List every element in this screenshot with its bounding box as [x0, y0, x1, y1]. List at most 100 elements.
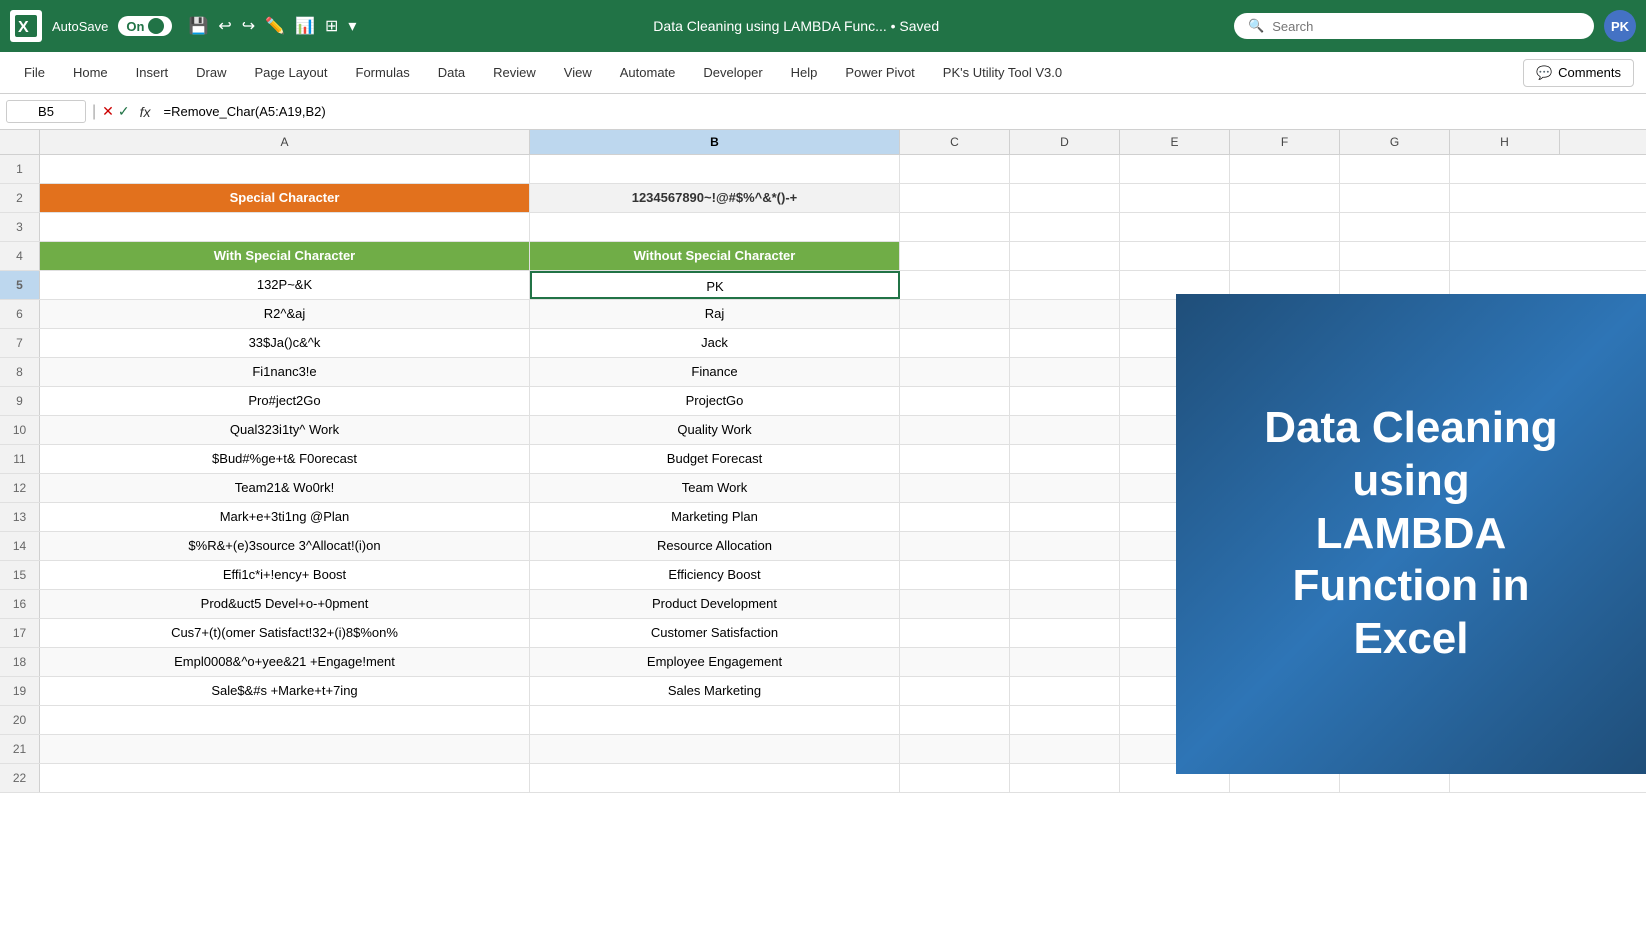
cell-c20[interactable]	[900, 706, 1010, 734]
cell-c3[interactable]	[900, 213, 1010, 241]
cell-d1[interactable]	[1010, 155, 1120, 183]
format-icon[interactable]: 📊	[293, 14, 317, 38]
cell-a21[interactable]	[40, 735, 530, 763]
cell-b13[interactable]: Marketing Plan	[530, 503, 900, 531]
cancel-formula-icon[interactable]: ✕	[102, 103, 114, 120]
cell-d17[interactable]	[1010, 619, 1120, 647]
cell-c12[interactable]	[900, 474, 1010, 502]
cell-b9[interactable]: ProjectGo	[530, 387, 900, 415]
cell-c21[interactable]	[900, 735, 1010, 763]
cell-b7[interactable]: Jack	[530, 329, 900, 357]
search-box[interactable]: 🔍	[1234, 13, 1594, 39]
cell-b20[interactable]	[530, 706, 900, 734]
cell-b11[interactable]: Budget Forecast	[530, 445, 900, 473]
menu-file[interactable]: File	[12, 59, 57, 86]
menu-developer[interactable]: Developer	[691, 59, 774, 86]
col-header-d[interactable]: D	[1010, 130, 1120, 154]
menu-review[interactable]: Review	[481, 59, 548, 86]
col-header-h[interactable]: H	[1450, 130, 1560, 154]
cell-f2[interactable]	[1230, 184, 1340, 212]
col-header-e[interactable]: E	[1120, 130, 1230, 154]
cell-a3[interactable]	[40, 213, 530, 241]
more-icon[interactable]: ▾	[346, 14, 358, 38]
cell-d8[interactable]	[1010, 358, 1120, 386]
cell-d18[interactable]	[1010, 648, 1120, 676]
cell-b22[interactable]	[530, 764, 900, 792]
cell-d21[interactable]	[1010, 735, 1120, 763]
col-header-c[interactable]: C	[900, 130, 1010, 154]
comments-button[interactable]: 💬 Comments	[1523, 59, 1634, 87]
cell-c5[interactable]	[900, 271, 1010, 299]
cell-e3[interactable]	[1120, 213, 1230, 241]
cell-b15[interactable]: Efficiency Boost	[530, 561, 900, 589]
cell-a20[interactable]	[40, 706, 530, 734]
cell-d19[interactable]	[1010, 677, 1120, 705]
cell-b14[interactable]: Resource Allocation	[530, 532, 900, 560]
cell-b2[interactable]: 1234567890~!@#$%^&*()-+	[530, 184, 900, 212]
formula-input[interactable]	[161, 101, 1640, 122]
cell-b6[interactable]: Raj	[530, 300, 900, 328]
menu-data[interactable]: Data	[426, 59, 477, 86]
cell-c11[interactable]	[900, 445, 1010, 473]
menu-power-pivot[interactable]: Power Pivot	[833, 59, 926, 86]
cell-c16[interactable]	[900, 590, 1010, 618]
cell-d15[interactable]	[1010, 561, 1120, 589]
menu-page-layout[interactable]: Page Layout	[243, 59, 340, 86]
cell-f4[interactable]	[1230, 242, 1340, 270]
cell-d22[interactable]	[1010, 764, 1120, 792]
cell-a8[interactable]: Fi1nanc3!e	[40, 358, 530, 386]
menu-view[interactable]: View	[552, 59, 604, 86]
cell-b3[interactable]	[530, 213, 900, 241]
cell-g3[interactable]	[1340, 213, 1450, 241]
cell-a9[interactable]: Pro#ject2Go	[40, 387, 530, 415]
cell-c10[interactable]	[900, 416, 1010, 444]
menu-formulas[interactable]: Formulas	[344, 59, 422, 86]
confirm-formula-icon[interactable]: ✓	[118, 103, 130, 120]
cell-a19[interactable]: Sale$&#s +Marke+t+7ing	[40, 677, 530, 705]
cell-d4[interactable]	[1010, 242, 1120, 270]
cell-a18[interactable]: Empl0008&^o+yee&21 +Engage!ment	[40, 648, 530, 676]
cell-c9[interactable]	[900, 387, 1010, 415]
cell-b12[interactable]: Team Work	[530, 474, 900, 502]
cell-g4[interactable]	[1340, 242, 1450, 270]
menu-insert[interactable]: Insert	[124, 59, 181, 86]
cell-reference-input[interactable]	[6, 100, 86, 123]
cell-a5[interactable]: 132P~&K	[40, 271, 530, 299]
menu-draw[interactable]: Draw	[184, 59, 238, 86]
save-icon[interactable]: 💾	[186, 14, 210, 38]
cell-g2[interactable]	[1340, 184, 1450, 212]
cell-d9[interactable]	[1010, 387, 1120, 415]
menu-pk-utility[interactable]: PK's Utility Tool V3.0	[931, 59, 1074, 86]
cell-b10[interactable]: Quality Work	[530, 416, 900, 444]
cell-a2[interactable]: Special Character	[40, 184, 530, 212]
col-header-b[interactable]: B	[530, 130, 900, 154]
cell-d13[interactable]	[1010, 503, 1120, 531]
cell-c17[interactable]	[900, 619, 1010, 647]
cell-c6[interactable]	[900, 300, 1010, 328]
cell-a17[interactable]: Cus7+(t)(omer Satisfact!32+(i)8$%on%	[40, 619, 530, 647]
cell-d16[interactable]	[1010, 590, 1120, 618]
cell-d10[interactable]	[1010, 416, 1120, 444]
cell-b16[interactable]: Product Development	[530, 590, 900, 618]
cell-a4[interactable]: With Special Character	[40, 242, 530, 270]
cell-f1[interactable]	[1230, 155, 1340, 183]
cell-a22[interactable]	[40, 764, 530, 792]
col-header-f[interactable]: F	[1230, 130, 1340, 154]
cell-c1[interactable]	[900, 155, 1010, 183]
cell-c15[interactable]	[900, 561, 1010, 589]
search-input[interactable]	[1272, 19, 1552, 34]
cell-d11[interactable]	[1010, 445, 1120, 473]
cell-d12[interactable]	[1010, 474, 1120, 502]
cell-a14[interactable]: $%R&+(e)3source 3^Allocat!(i)on	[40, 532, 530, 560]
autosave-toggle[interactable]: On	[118, 16, 172, 36]
menu-home[interactable]: Home	[61, 59, 120, 86]
cell-a6[interactable]: R2^&aj	[40, 300, 530, 328]
cell-c4[interactable]	[900, 242, 1010, 270]
cell-d6[interactable]	[1010, 300, 1120, 328]
cell-d5[interactable]	[1010, 271, 1120, 299]
cell-f3[interactable]	[1230, 213, 1340, 241]
cell-a15[interactable]: Effi1c*i+!ency+ Boost	[40, 561, 530, 589]
cell-c13[interactable]	[900, 503, 1010, 531]
cell-a13[interactable]: Mark+e+3ti1ng @Plan	[40, 503, 530, 531]
cell-b4[interactable]: Without Special Character	[530, 242, 900, 270]
